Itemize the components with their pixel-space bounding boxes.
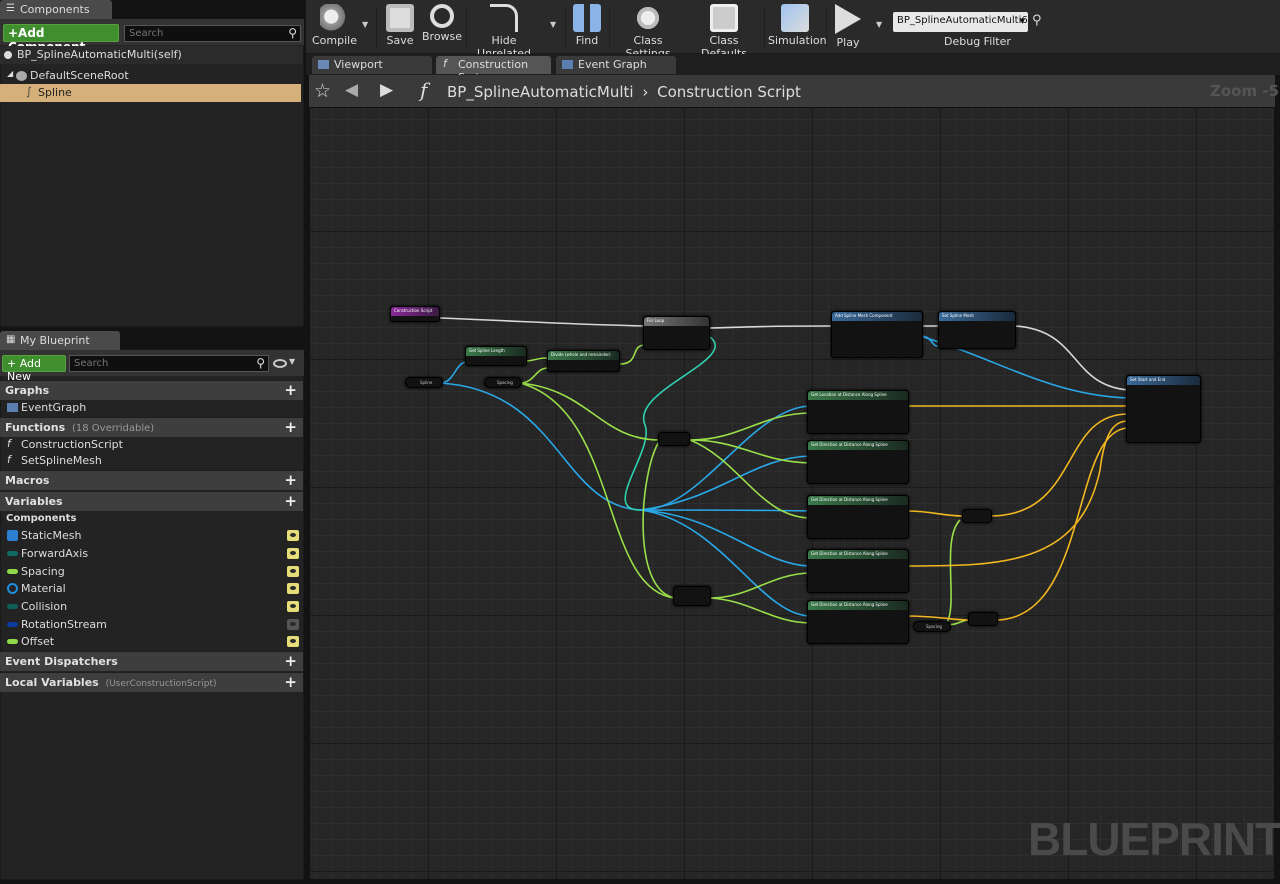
vector-wire — [904, 615, 971, 621]
node-title: Get Spline Length — [469, 348, 505, 353]
node-header: Get Direction at Distance Along Spline — [808, 496, 908, 505]
node-title: For Loop — [647, 318, 665, 323]
float-wire — [689, 439, 811, 464]
node-header: Add Spline Mesh Component — [832, 312, 922, 321]
float-wire — [709, 572, 811, 599]
float-wire — [944, 519, 961, 626]
float-wire — [519, 367, 549, 384]
node-title: Get Direction at Distance Along Spline — [811, 442, 888, 447]
node-title: Set Start and End — [1130, 377, 1166, 382]
node-get-direction-4[interactable]: Get Direction at Distance Along Spline — [807, 549, 909, 593]
exec-wire — [1014, 325, 1129, 391]
wires-layer — [439, 317, 1129, 626]
float-wire — [619, 344, 646, 365]
object-wire — [639, 509, 811, 512]
node-var-spacing-2[interactable]: Spacing — [913, 621, 951, 632]
node-header: Get Spline Length — [466, 347, 526, 356]
node-var-spline[interactable]: Spline — [405, 377, 443, 388]
node-var-spacing[interactable]: Spacing — [484, 377, 522, 388]
node-header: Divide (whole and remainder) — [548, 351, 619, 360]
node-title: Get Direction at Distance Along Spline — [811, 497, 888, 502]
vector-wire — [994, 427, 1129, 621]
node-multiply-3[interactable] — [968, 612, 998, 626]
node-set-start-and-end[interactable]: Set Start and End — [1126, 375, 1201, 443]
node-title: Spacing — [926, 624, 942, 629]
node-header: Get Direction at Distance Along Spline — [808, 601, 908, 610]
node-title: Divide (whole and remainder) — [551, 352, 611, 357]
node-add-spline-mesh[interactable]: Add Spline Mesh Component — [831, 311, 923, 358]
node-get-direction-2[interactable]: Get Direction at Distance Along Spline — [807, 440, 909, 484]
node-get-direction-5[interactable]: Get Direction at Distance Along Spline — [807, 600, 909, 644]
object-wire — [439, 361, 468, 384]
exec-wire — [439, 317, 646, 327]
node-add[interactable] — [673, 586, 711, 606]
vector-wire — [904, 420, 1129, 567]
node-divide[interactable]: Divide (whole and remainder) — [547, 350, 620, 372]
node-for-loop[interactable]: For Loop — [643, 316, 710, 350]
blueprint-watermark: BLUEPRINT — [1028, 813, 1280, 865]
node-header: Set Spline Mesh — [939, 312, 1015, 321]
node-title: Construction Script — [394, 308, 433, 313]
node-title: Set Spline Mesh — [942, 313, 974, 318]
node-get-location-1[interactable]: Get Location at Distance Along Spline — [807, 390, 909, 434]
node-title: Get Location at Distance Along Spline — [811, 392, 887, 397]
node-get-spline-length[interactable]: Get Spline Length — [465, 346, 527, 366]
float-wire — [524, 357, 549, 362]
object-wire — [639, 455, 811, 511]
node-header: Set Start and End — [1127, 376, 1200, 385]
node-title: Get Direction at Distance Along Spline — [811, 602, 888, 607]
vector-wire — [904, 510, 966, 517]
vector-wire — [989, 413, 1129, 517]
node-construction-script[interactable]: Construction Script — [390, 306, 440, 322]
node-header: Get Direction at Distance Along Spline — [808, 441, 908, 450]
object-wire — [624, 336, 716, 511]
node-header: Get Location at Distance Along Spline — [808, 391, 908, 400]
float-wire — [519, 382, 676, 599]
exec-wire — [709, 325, 834, 329]
node-get-direction-3[interactable]: Get Direction at Distance Along Spline — [807, 495, 909, 539]
node-header: For Loop — [644, 317, 709, 326]
node-set-spline-mesh[interactable]: Set Spline Mesh — [938, 311, 1016, 349]
node-title: Spacing — [497, 380, 513, 385]
node-multiply[interactable] — [658, 432, 690, 446]
node-title: Get Direction at Distance Along Spline — [811, 551, 888, 556]
node-title: Add Spline Mesh Component — [835, 313, 893, 318]
node-header: Construction Script — [391, 307, 439, 316]
object-wire — [639, 509, 811, 567]
node-header: Get Direction at Distance Along Spline — [808, 550, 908, 559]
node-multiply-2[interactable] — [962, 509, 992, 523]
float-wire — [709, 597, 811, 624]
node-title: Spline — [420, 380, 433, 385]
